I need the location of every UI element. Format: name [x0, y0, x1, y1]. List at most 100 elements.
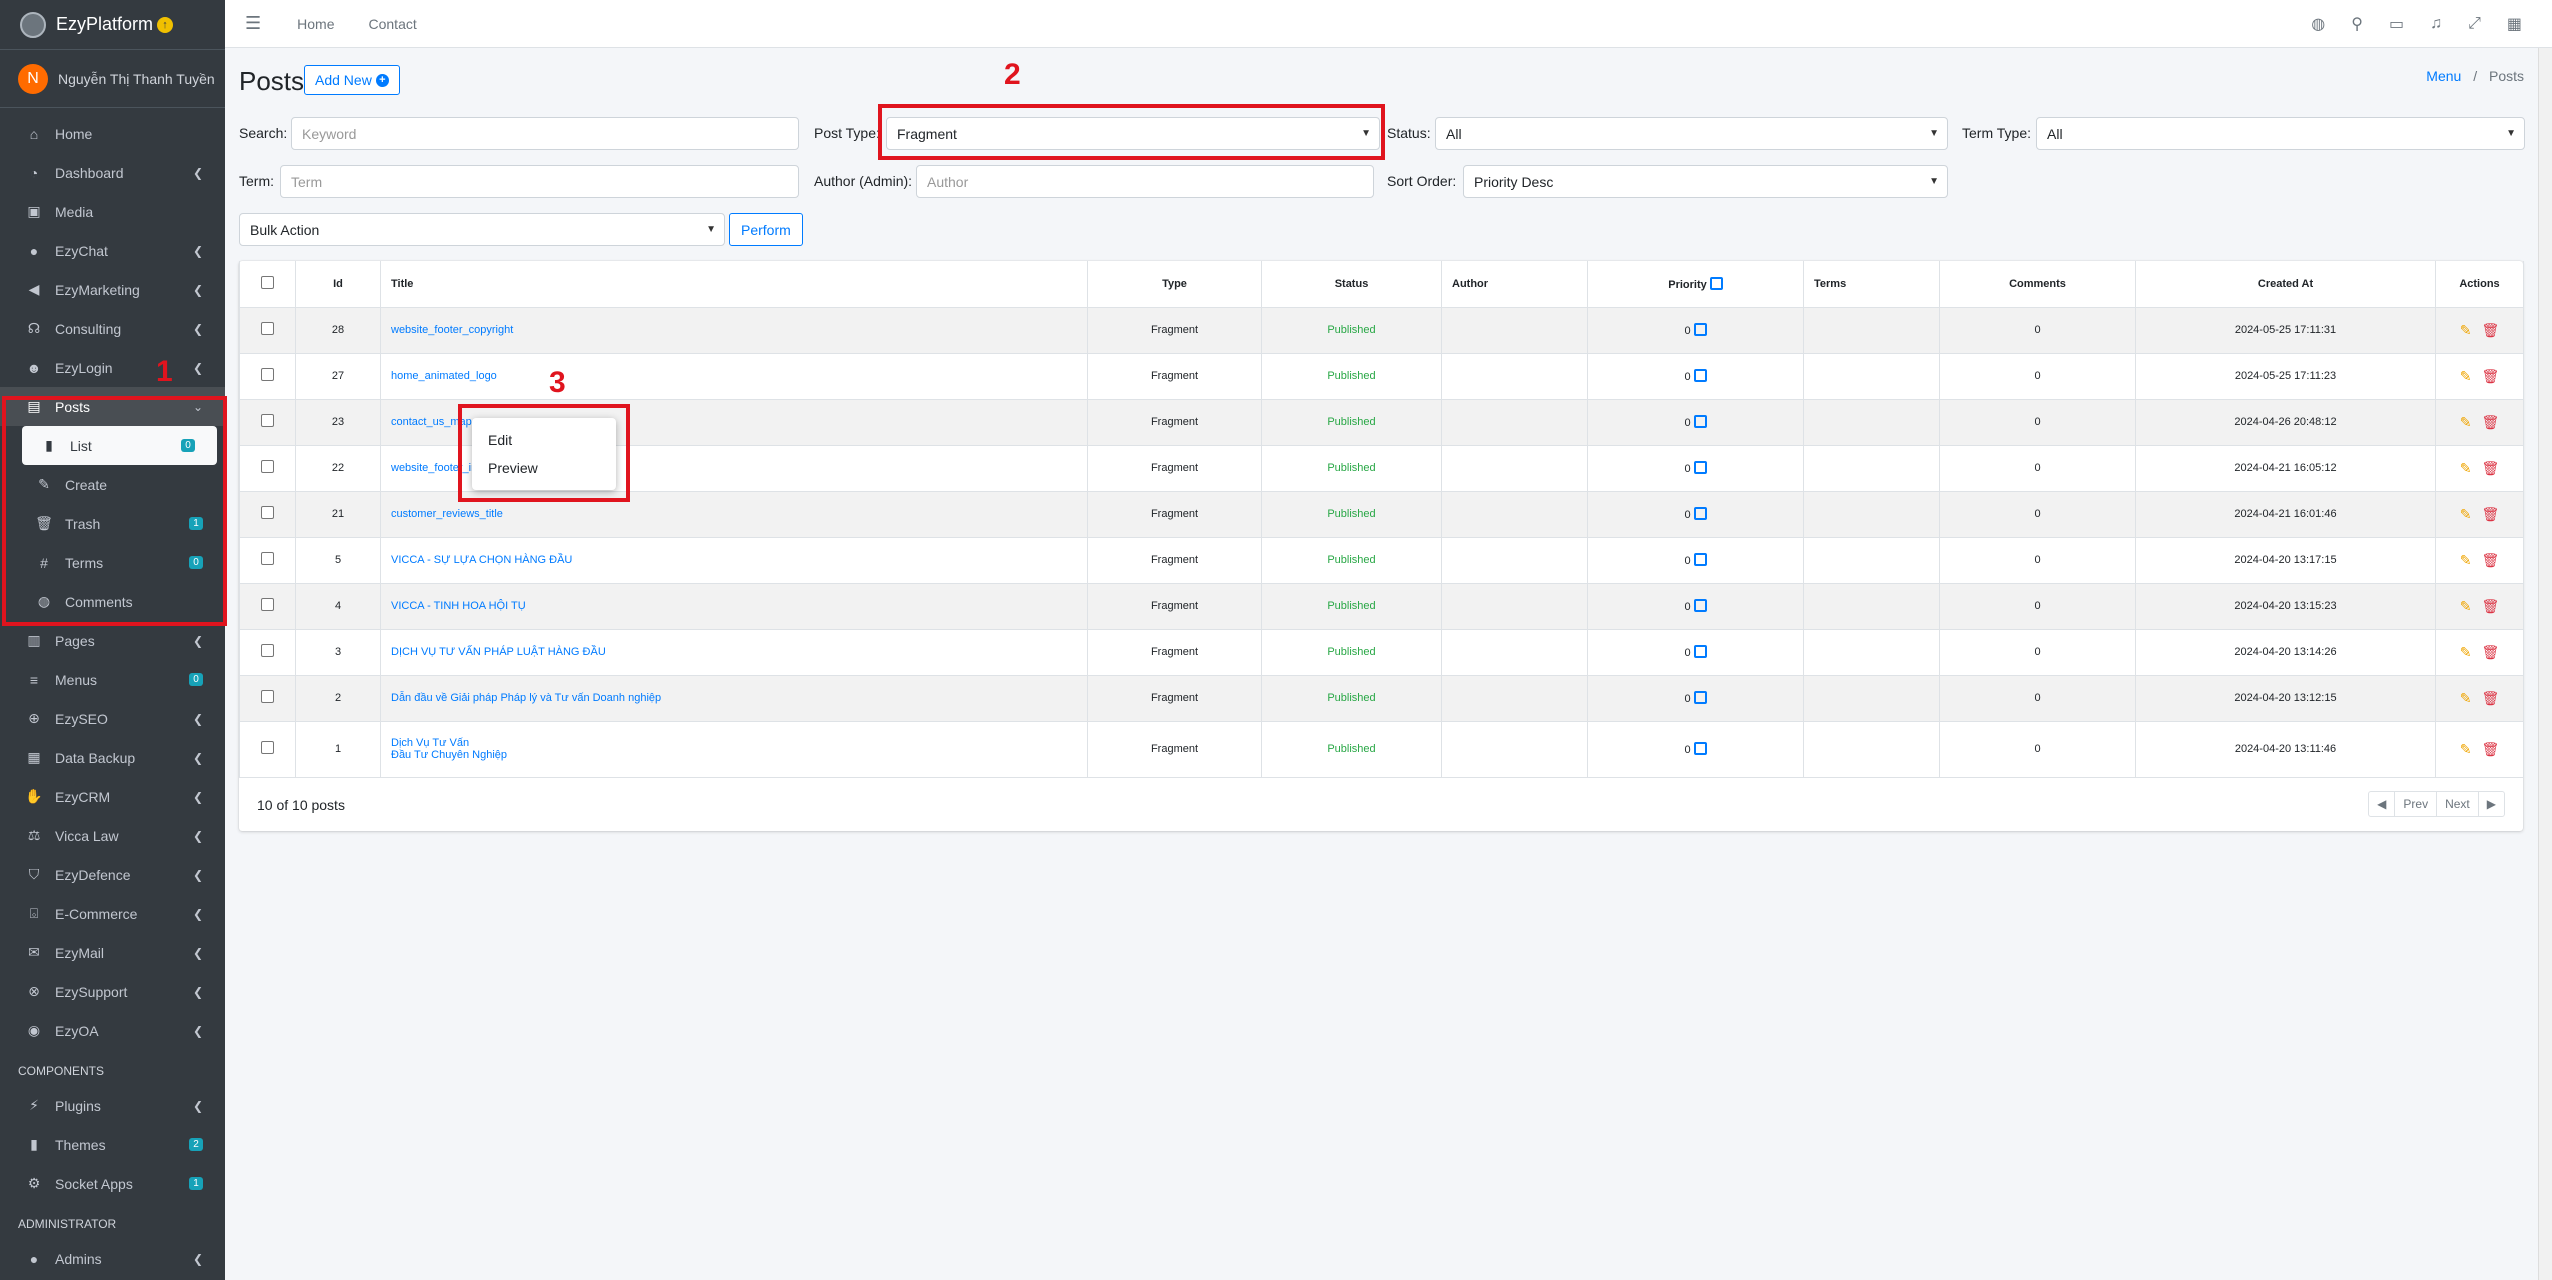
- messages-icon[interactable]: ▭: [2389, 14, 2404, 34]
- sidebar-item-socket-apps[interactable]: ⚙ Socket Apps 1: [0, 1164, 225, 1203]
- trash-icon[interactable]: 🗑: [2481, 460, 2499, 476]
- edit-priority-icon[interactable]: [1693, 691, 1707, 704]
- perform-button[interactable]: Perform: [729, 213, 803, 246]
- hamburger-icon[interactable]: ☰: [245, 13, 261, 34]
- sidebar-item-ezymail[interactable]: ✉ EzyMail ❮: [0, 933, 225, 972]
- post-title-link[interactable]: VICCA - SỰ LỰA CHỌN HÀNG ĐẦU: [391, 554, 572, 566]
- breadcrumb-menu-link[interactable]: Menu: [2426, 68, 2461, 84]
- edit-pencil-icon[interactable]: ✎: [2460, 690, 2472, 706]
- sidebar-item-ezycrm[interactable]: ✋ EzyCRM ❮: [0, 777, 225, 816]
- col-comments[interactable]: Comments: [1939, 261, 2136, 308]
- sidebar-item-home[interactable]: ⌂ Home: [0, 114, 225, 153]
- term-type-select[interactable]: All ▼: [2036, 117, 2525, 150]
- row-checkbox[interactable]: [261, 322, 274, 335]
- col-id[interactable]: Id: [295, 261, 381, 308]
- col-created-at[interactable]: Created At: [2135, 261, 2436, 308]
- sidebar-item-ecommerce[interactable]: ⌺ E-Commerce ❮: [0, 894, 225, 933]
- row-checkbox[interactable]: [261, 690, 274, 703]
- trash-icon[interactable]: 🗑: [2481, 690, 2499, 706]
- apps-grid-icon[interactable]: ▦: [2507, 14, 2522, 34]
- edit-pencil-icon[interactable]: ✎: [2460, 460, 2472, 476]
- trash-icon[interactable]: 🗑: [2481, 414, 2499, 430]
- edit-pencil-icon[interactable]: ✎: [2460, 644, 2472, 660]
- brand[interactable]: EzyPlatform ↑: [0, 0, 225, 50]
- edit-priority-icon[interactable]: [1693, 323, 1707, 336]
- nav-link-contact[interactable]: Contact: [369, 16, 417, 32]
- post-title-link[interactable]: home_animated_logo: [391, 370, 497, 382]
- post-title-link[interactable]: VICCA - TINH HOA HỘI TỤ: [391, 600, 526, 612]
- search-input[interactable]: Keyword: [291, 117, 799, 150]
- trash-icon[interactable]: 🗑: [2481, 741, 2499, 757]
- edit-priority-icon[interactable]: [1693, 553, 1707, 566]
- edit-priority-icon[interactable]: [1693, 461, 1707, 474]
- sidebar-item-ezysupport[interactable]: ⊗ EzySupport ❮: [0, 972, 225, 1011]
- sidebar-item-admins[interactable]: ● Admins ❮: [0, 1239, 225, 1278]
- edit-pencil-icon[interactable]: ✎: [2460, 598, 2472, 614]
- row-checkbox[interactable]: [261, 644, 274, 657]
- edit-priority-icon[interactable]: [1693, 507, 1707, 520]
- sidebar-item-consulting[interactable]: ☊ Consulting ❮: [0, 309, 225, 348]
- edit-priority-icon[interactable]: [1693, 415, 1707, 428]
- nav-link-home[interactable]: Home: [297, 16, 334, 32]
- trash-icon[interactable]: 🗑: [2481, 322, 2499, 338]
- edit-priority-icon[interactable]: [1693, 645, 1707, 658]
- sidebar-item-themes[interactable]: ▮ Themes 2: [0, 1125, 225, 1164]
- col-terms[interactable]: Terms: [1803, 261, 1940, 308]
- select-all-checkbox[interactable]: [261, 275, 274, 289]
- col-priority[interactable]: Priority: [1587, 261, 1804, 308]
- trash-icon[interactable]: 🗑: [2481, 368, 2499, 384]
- row-checkbox[interactable]: [261, 506, 274, 519]
- search-icon[interactable]: ⚲: [2351, 14, 2363, 34]
- sort-order-select[interactable]: Priority Desc ▼: [1463, 165, 1948, 198]
- user-panel[interactable]: N Nguyễn Thị Thanh Tuyền: [0, 50, 225, 108]
- post-title-link[interactable]: Dịch Vụ Tư Vấn Đầu Tư Chuyên Nghiệp: [391, 737, 507, 761]
- edit-pencil-icon[interactable]: ✎: [2460, 414, 2472, 430]
- edit-pencil-icon[interactable]: ✎: [2460, 506, 2472, 522]
- sidebar-item-plugins[interactable]: ⚡ Plugins ❮: [0, 1086, 225, 1125]
- bulk-action-select[interactable]: Bulk Action ▼: [239, 213, 725, 246]
- edit-pencil-icon[interactable]: ✎: [2460, 322, 2472, 338]
- next-circle-icon[interactable]: ▶: [2479, 792, 2504, 816]
- term-input[interactable]: Term: [280, 165, 799, 198]
- edit-priority-icon[interactable]: [1693, 369, 1707, 382]
- next-button[interactable]: Next: [2437, 792, 2479, 816]
- globe-icon[interactable]: ◍: [2311, 14, 2325, 34]
- col-title[interactable]: Title: [380, 261, 1088, 308]
- sidebar-item-data-backup[interactable]: ▦ Data Backup ❮: [0, 738, 225, 777]
- fullscreen-icon[interactable]: ⤢: [2468, 15, 2481, 33]
- sidebar-item-dashboard[interactable]: ◔ Dashboard ❮: [0, 153, 225, 192]
- edit-pencil-icon[interactable]: ✎: [2460, 741, 2472, 757]
- edit-pencil-icon[interactable]: ✎: [2460, 368, 2472, 384]
- sidebar-item-ezydefence[interactable]: ⛉ EzyDefence ❮: [0, 855, 225, 894]
- post-title-link[interactable]: website_footer_copyright: [391, 324, 513, 336]
- trash-icon[interactable]: 🗑: [2481, 506, 2499, 522]
- author-input[interactable]: Author: [916, 165, 1374, 198]
- sidebar-item-ezyoa[interactable]: ◉ EzyOA ❮: [0, 1011, 225, 1050]
- post-title-link[interactable]: DỊCH VỤ TƯ VẤN PHÁP LUẬT HÀNG ĐẦU: [391, 646, 606, 658]
- bell-icon[interactable]: ♫: [2430, 15, 2442, 33]
- sidebar-item-media[interactable]: ▣ Media: [0, 192, 225, 231]
- status-select[interactable]: All ▼: [1435, 117, 1948, 150]
- prev-circle-icon[interactable]: ◀: [2369, 792, 2396, 816]
- col-type[interactable]: Type: [1087, 261, 1262, 308]
- col-status[interactable]: Status: [1261, 261, 1442, 308]
- edit-priority-icon[interactable]: [1693, 742, 1707, 755]
- trash-icon[interactable]: 🗑: [2481, 598, 2499, 614]
- sidebar-item-ezyseo[interactable]: ⊕ EzySEO ❮: [0, 699, 225, 738]
- sidebar-item-pages[interactable]: ▥ Pages ❮: [0, 621, 225, 660]
- trash-icon[interactable]: 🗑: [2481, 552, 2499, 568]
- row-checkbox[interactable]: [261, 460, 274, 473]
- row-checkbox[interactable]: [261, 741, 274, 754]
- post-title-link[interactable]: Dẫn đầu về Giải pháp Pháp lý và Tư vấn D…: [391, 692, 661, 704]
- edit-pencil-icon[interactable]: ✎: [2460, 552, 2472, 568]
- sidebar-item-menus[interactable]: ≡ Menus 0: [0, 660, 225, 699]
- row-checkbox[interactable]: [261, 414, 274, 427]
- row-checkbox[interactable]: [261, 552, 274, 565]
- add-new-button[interactable]: Add New +: [304, 65, 400, 95]
- edit-priority-icon[interactable]: [1709, 276, 1723, 290]
- sidebar-item-ezychat[interactable]: ● EzyChat ❮: [0, 231, 225, 270]
- row-checkbox[interactable]: [261, 368, 274, 381]
- page-scrollbar[interactable]: [2538, 48, 2552, 1280]
- sidebar-item-ezylogin[interactable]: ☻ EzyLogin ❮: [0, 348, 225, 387]
- row-checkbox[interactable]: [261, 598, 274, 611]
